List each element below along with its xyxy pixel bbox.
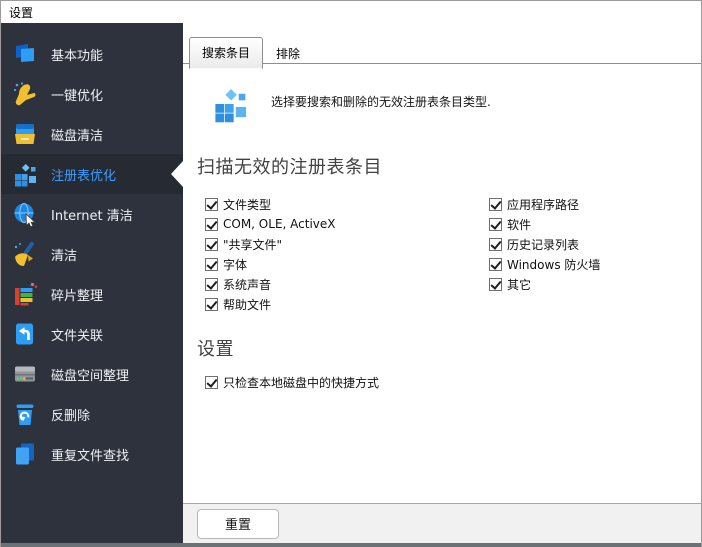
checkbox-row[interactable]: "共享文件" — [205, 234, 336, 254]
checkbox-label: 历史记录列表 — [507, 237, 580, 252]
disk-space-icon — [12, 361, 38, 387]
checkbox-row[interactable]: 字体 — [205, 254, 336, 274]
checkbox-label: 系统声音 — [223, 277, 272, 292]
sidebar-item-cleanup[interactable]: 清洁 — [1, 234, 183, 274]
sidebar-item-label: 基本功能 — [51, 48, 104, 64]
titlebar: 设置 — [1, 1, 701, 23]
checkbox-label: 应用程序路径 — [507, 197, 580, 212]
checkbox[interactable] — [205, 237, 218, 251]
checkbox[interactable] — [489, 197, 502, 211]
scan-section-title: 扫描无效的注册表条目 — [197, 157, 382, 178]
sidebar-item-registry-optimize[interactable]: 注册表优化 — [1, 154, 183, 194]
checkbox[interactable] — [205, 277, 218, 291]
checkbox-row[interactable]: 应用程序路径 — [489, 194, 600, 214]
sidebar-item-duplicate-finder[interactable]: 重复文件查找 — [1, 434, 183, 474]
checkbox-row[interactable]: 只检查本地磁盘中的快捷方式 — [205, 372, 379, 392]
sidebar-item-basic-functions[interactable]: 基本功能 — [1, 34, 183, 74]
sidebar: 基本功能一键优化磁盘清洁注册表优化 Internet 清洁 清洁碎片整理文件关联磁盘… — [1, 23, 183, 543]
sidebar-item-defrag[interactable]: 碎片整理 — [1, 274, 183, 314]
sidebar-item-label: 磁盘空间整理 — [51, 368, 130, 384]
checkbox-row[interactable]: 帮助文件 — [205, 294, 336, 314]
footer-bar: 重置 — [183, 503, 701, 543]
checkbox-row[interactable]: Windows 防火墙 — [489, 254, 600, 274]
duplicate-finder-icon — [12, 441, 38, 467]
sidebar-item-label: 文件关联 — [51, 328, 104, 344]
defrag-icon — [12, 281, 38, 307]
sidebar-item-label: Internet 清洁 — [51, 208, 133, 224]
registry-optimize-icon — [211, 85, 249, 123]
reset-button[interactable]: 重置 — [197, 508, 279, 539]
checkbox[interactable] — [489, 237, 502, 251]
registry-optimize-icon — [12, 161, 38, 187]
checkbox[interactable] — [489, 277, 502, 291]
disk-cleanup-icon — [12, 121, 38, 147]
settings-section-title: 设置 — [197, 339, 234, 360]
sidebar-item-disk-cleanup[interactable]: 磁盘清洁 — [1, 114, 183, 154]
basic-functions-icon — [12, 41, 38, 67]
window-bottom-edge — [1, 543, 701, 547]
sidebar-item-one-click-optimize[interactable]: 一键优化 — [1, 74, 183, 114]
checkbox-row[interactable]: 文件类型 — [205, 194, 336, 214]
checkbox-label: COM, OLE, ActiveX — [223, 217, 336, 231]
checkbox-label: "共享文件" — [223, 237, 283, 252]
checkbox-label: 软件 — [507, 217, 532, 232]
sidebar-item-label: 重复文件查找 — [51, 448, 130, 464]
checkbox-row[interactable]: 系统声音 — [205, 274, 336, 294]
scan-checkbox-column-right: 应用程序路径 软件历史记录列表 Windows 防火墙 其它 — [489, 194, 600, 294]
tab-search-entries[interactable]: 搜索条目 — [189, 37, 264, 69]
internet-cleanup-icon — [12, 201, 38, 227]
checkbox[interactable] — [205, 257, 218, 271]
checkbox[interactable] — [205, 297, 218, 311]
checkbox-row[interactable]: 历史记录列表 — [489, 234, 600, 254]
sidebar-item-internet-cleanup[interactable]: Internet 清洁 — [1, 194, 183, 234]
window-title: 设置 — [9, 5, 34, 20]
checkbox[interactable] — [205, 217, 218, 231]
one-click-optimize-icon — [12, 81, 38, 107]
sidebar-item-label: 注册表优化 — [51, 168, 117, 184]
checkbox[interactable] — [489, 257, 502, 271]
file-association-icon — [12, 321, 38, 347]
checkbox-label: 文件类型 — [223, 197, 272, 212]
sidebar-item-label: 清洁 — [51, 248, 78, 264]
checkbox-label: 字体 — [223, 257, 248, 272]
sidebar-item-disk-space[interactable]: 磁盘空间整理 — [1, 354, 183, 394]
sidebar-item-label: 一键优化 — [51, 88, 104, 104]
sidebar-item-label: 磁盘清洁 — [51, 128, 104, 144]
sidebar-item-label: 反删除 — [51, 408, 91, 424]
content-panel: 搜索条目 排除 选择要搜索和删除的无效注册表条目类型. 扫描无效的注册表条目 文件… — [183, 23, 701, 543]
scan-checkbox-column-left: 文件类型 COM, OLE, ActiveX "共享文件" 字体系统声音帮助文件 — [205, 194, 336, 314]
sidebar-item-undelete[interactable]: 反删除 — [1, 394, 183, 434]
checkbox-row[interactable]: 软件 — [489, 214, 600, 234]
checkbox[interactable] — [205, 197, 218, 211]
sidebar-item-file-association[interactable]: 文件关联 — [1, 314, 183, 354]
cleanup-icon — [12, 241, 38, 267]
settings-window: 设置 基本功能一键优化磁盘清洁注册表优化 Internet 清洁 清洁碎片整理文件关… — [0, 0, 702, 547]
checkbox-row[interactable]: COM, OLE, ActiveX — [205, 214, 336, 234]
checkbox-label: Windows 防火墙 — [507, 257, 601, 272]
header-description: 选择要搜索和删除的无效注册表条目类型. — [271, 95, 491, 109]
checkbox-row[interactable]: 其它 — [489, 274, 600, 294]
sidebar-item-label: 碎片整理 — [51, 288, 104, 304]
checkbox-label: 只检查本地磁盘中的快捷方式 — [223, 375, 380, 390]
settings-checkbox-column: 只检查本地磁盘中的快捷方式 — [205, 372, 379, 392]
tab-exclude[interactable]: 排除 — [263, 39, 313, 68]
checkbox-label: 其它 — [507, 277, 532, 292]
page-header: 选择要搜索和删除的无效注册表条目类型. — [211, 85, 685, 123]
undelete-icon — [12, 401, 38, 427]
main-area: 基本功能一键优化磁盘清洁注册表优化 Internet 清洁 清洁碎片整理文件关联磁盘… — [1, 23, 701, 543]
checkbox[interactable] — [205, 375, 218, 389]
tab-bar: 搜索条目 排除 — [183, 36, 701, 69]
checkbox[interactable] — [489, 217, 502, 231]
checkbox-label: 帮助文件 — [223, 297, 272, 312]
